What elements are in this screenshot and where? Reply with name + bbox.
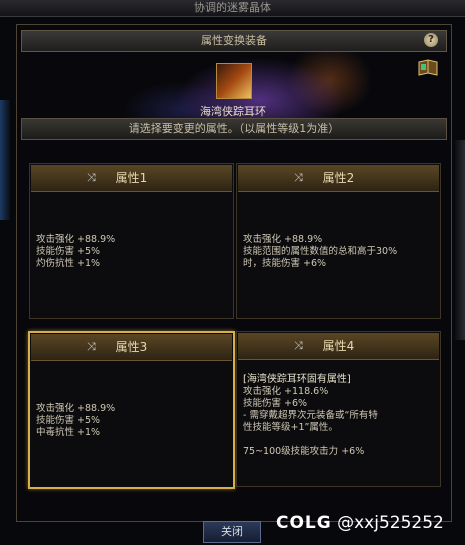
line-label: 攻击强化 (243, 386, 282, 397)
card-body: 攻击强化 +88.9% 技能伤害 +5% 中毒抗性 +1% (36, 403, 227, 439)
shuffle-icon: ⤨ (294, 171, 303, 184)
dialog-title: 属性变换装备 (201, 34, 267, 47)
attribute-card-2[interactable]: ⤨ 属性2 攻击强化 +88.9% 技能范围的属性数值的总和高于30% 时，技能… (236, 163, 441, 319)
watermark-user: @xxj525252 (337, 513, 444, 533)
line-label: 技能范围的属性数值的总和高于30% (243, 246, 398, 257)
card-title: 属性2 (322, 171, 355, 185)
line-value: +5% (77, 415, 101, 426)
line-label: 技能伤害 (36, 246, 75, 257)
line-label: 技能伤害 (36, 415, 75, 426)
line-value: +118.6% (284, 386, 329, 397)
attribute-card-4[interactable]: ⤨ 属性4 [海湾侠踪耳环固有属性] 攻击强化 +118.6% 技能伤害 +6%… (236, 331, 441, 487)
book-icon[interactable] (417, 58, 439, 78)
line-value: +5% (77, 246, 101, 257)
card-header: ⤨ 属性2 (238, 165, 439, 192)
line-value: +88.9% (77, 403, 116, 414)
instruction-text: 请选择要变更的属性。（以属性等级1为准） (21, 118, 447, 140)
line-label: - 需穿戴超界次元装备或“所有特 (243, 410, 378, 421)
line-label: 中毒抗性 (36, 427, 75, 438)
line-value: +6% (303, 258, 327, 269)
shuffle-icon: ⤨ (87, 340, 96, 353)
line-label: 75~100级技能攻击力 (243, 446, 339, 457)
card-body: 攻击强化 +88.9% 技能范围的属性数值的总和高于30% 时，技能伤害 +6% (243, 234, 434, 270)
help-icon[interactable]: ? (424, 33, 438, 47)
item-name: 海湾侠踪耳环 (200, 105, 266, 118)
card-body: [海湾侠踪耳环固有属性] 攻击强化 +118.6% 技能伤害 +6% - 需穿戴… (243, 374, 434, 458)
line-value: +6% (284, 398, 308, 409)
earring-item-icon (216, 63, 252, 99)
watermark-logo: COLG (276, 513, 332, 533)
line-label: 攻击强化 (243, 234, 282, 245)
line-value: +1% (77, 427, 101, 438)
attribute-card-1[interactable]: ⤨ 属性1 攻击强化 +88.9% 技能伤害 +5% 灼伤抗性 +1% (29, 163, 234, 319)
close-button[interactable]: 关闭 (203, 521, 261, 543)
card-header: ⤨ 属性1 (31, 165, 232, 192)
line-label: 时，技能伤害 (243, 258, 301, 269)
line-value: +88.9% (284, 234, 323, 245)
dialog-header: 属性变换装备 ? (21, 30, 447, 52)
line-value: +88.9% (77, 234, 116, 245)
line-value: +6% (341, 446, 365, 457)
line-label: 性技能等级+1”属性。 (243, 422, 338, 433)
line-label: 攻击强化 (36, 403, 75, 414)
card-title: 属性4 (322, 339, 355, 353)
card-title: 属性1 (115, 171, 148, 185)
card-header: ⤨ 属性3 (31, 334, 232, 361)
line-label: 技能伤害 (243, 398, 282, 409)
card-title: 属性3 (115, 340, 148, 354)
card-body: 攻击强化 +88.9% 技能伤害 +5% 灼伤抗性 +1% (36, 234, 227, 270)
card-header: ⤨ 属性4 (238, 333, 439, 360)
line-value: +1% (77, 258, 101, 269)
side-decoration-right (455, 140, 465, 340)
line-label: 灼伤抗性 (36, 258, 75, 269)
window-title: 协调的迷雾晶体 (0, 0, 465, 17)
shuffle-icon: ⤨ (87, 171, 96, 184)
attribute-card-3[interactable]: ⤨ 属性3 攻击强化 +88.9% 技能伤害 +5% 中毒抗性 +1% (28, 331, 235, 489)
inherent-attribute-title: [海湾侠踪耳环固有属性] (243, 374, 351, 385)
side-decoration-left (0, 100, 10, 220)
watermark: COLG @xxj525252 (276, 510, 462, 536)
shuffle-icon: ⤨ (294, 339, 303, 352)
line-label: 攻击强化 (36, 234, 75, 245)
background-art (30, 40, 430, 160)
